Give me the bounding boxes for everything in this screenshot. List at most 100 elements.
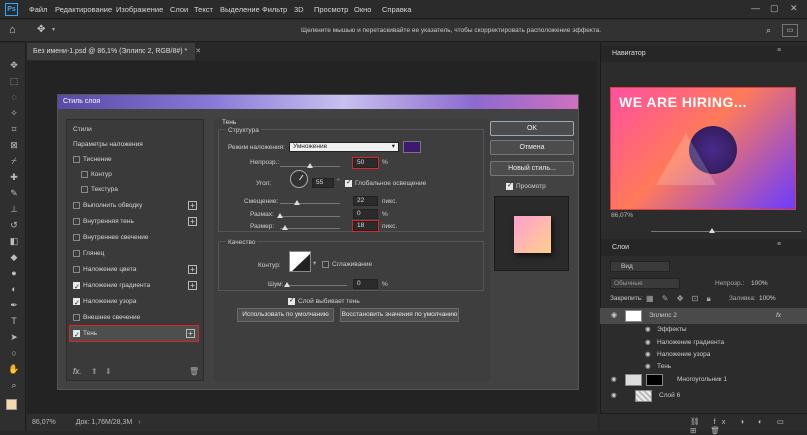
navigator-thumbnail[interactable]: WE ARE HIRING... bbox=[610, 87, 796, 210]
style-item-outer-glow[interactable]: Внешнее свечение bbox=[67, 310, 203, 325]
move-tool-icon[interactable]: ✥ bbox=[37, 24, 45, 35]
checkbox-checked[interactable] bbox=[73, 280, 80, 295]
menu-filter[interactable]: Фильтр bbox=[262, 5, 287, 14]
close-icon[interactable]: ✕ bbox=[790, 3, 798, 14]
menu-select[interactable]: Выделение bbox=[220, 5, 260, 14]
path-selection-icon[interactable]: ➤ bbox=[8, 331, 20, 343]
blend-mode-select[interactable]: Обычные bbox=[610, 278, 680, 289]
shadow-color-swatch[interactable] bbox=[403, 141, 421, 153]
trash-icon[interactable]: 🗑︎ bbox=[189, 367, 199, 376]
noise-input[interactable]: 0 bbox=[353, 279, 378, 289]
style-item-pattern-overlay[interactable]: Наложение узора bbox=[67, 294, 203, 311]
menu-image[interactable]: Изображение bbox=[116, 5, 163, 14]
lasso-icon[interactable]: ◌ bbox=[8, 91, 20, 103]
menu-3d[interactable]: 3D bbox=[294, 5, 304, 14]
clone-stamp-icon[interactable]: ⊥ bbox=[8, 203, 20, 215]
reset-default-button[interactable]: Восстановить значения по умолчанию bbox=[340, 308, 459, 322]
visibility-eye-icon[interactable]: ◉ bbox=[611, 372, 617, 388]
layer-filter-select[interactable]: Вид bbox=[610, 261, 670, 272]
slider-knob[interactable] bbox=[277, 213, 283, 218]
menu-layers[interactable]: Слои bbox=[170, 5, 188, 14]
layer-actions-icons[interactable]: ⛓ fx ◑ ◐ ▭ ⊞ 🗑︎ bbox=[690, 417, 807, 435]
angle-dial[interactable] bbox=[290, 170, 308, 188]
style-item-inner-shadow[interactable]: Внутренняя тень + bbox=[67, 214, 203, 229]
contour-preview[interactable] bbox=[289, 251, 311, 272]
checkbox[interactable] bbox=[81, 186, 88, 193]
navigator-menu-icon[interactable]: ≡ bbox=[777, 47, 781, 54]
home-icon[interactable]: ⌂ bbox=[9, 24, 16, 36]
make-default-button[interactable]: Использовать по умолчанию bbox=[237, 308, 334, 322]
fx-icon[interactable]: fx. bbox=[73, 367, 81, 376]
spread-input[interactable]: 0 bbox=[353, 209, 378, 219]
add-icon[interactable]: + bbox=[188, 201, 197, 210]
style-item-bevel[interactable]: Тиснение bbox=[67, 152, 203, 167]
type-icon[interactable]: T bbox=[8, 315, 20, 327]
foreground-color-swatch[interactable] bbox=[6, 399, 17, 410]
minimize-icon[interactable]: — bbox=[751, 3, 760, 13]
eyedropper-icon[interactable]: ⌿ bbox=[8, 155, 20, 167]
move-up-icon[interactable]: ⬆ bbox=[91, 367, 98, 376]
size-input[interactable]: 18 bbox=[352, 220, 379, 232]
close-tab-icon[interactable]: ✕ bbox=[195, 48, 201, 55]
style-item-texture[interactable]: Текстура bbox=[67, 182, 203, 197]
ellipse-tool-icon[interactable]: ○ bbox=[8, 347, 20, 359]
checkbox-checked[interactable] bbox=[73, 328, 80, 343]
checkbox[interactable] bbox=[73, 218, 80, 225]
pen-icon[interactable]: ✒ bbox=[8, 299, 20, 311]
checkbox[interactable] bbox=[73, 314, 80, 321]
style-item-blending-options[interactable]: Параметры наложения bbox=[67, 137, 203, 152]
dodge-icon[interactable]: ◐ bbox=[8, 283, 20, 295]
hand-icon[interactable]: ✋ bbox=[8, 363, 20, 375]
add-icon[interactable]: + bbox=[186, 329, 195, 338]
history-brush-icon[interactable]: ↺ bbox=[8, 219, 20, 231]
slider-knob[interactable] bbox=[294, 200, 300, 205]
style-item-drop-shadow[interactable]: Тень + bbox=[69, 325, 199, 343]
style-item-styles[interactable]: Стили bbox=[67, 122, 203, 137]
cancel-button[interactable]: Отмена bbox=[490, 140, 574, 155]
checkbox[interactable] bbox=[73, 266, 80, 273]
preview-checkbox[interactable] bbox=[506, 181, 513, 190]
ok-button[interactable]: OK bbox=[490, 121, 574, 136]
brush-icon[interactable]: ✎ bbox=[8, 187, 20, 199]
chevron-down-icon[interactable]: ▾ bbox=[52, 26, 55, 33]
checkbox[interactable] bbox=[73, 250, 80, 257]
style-item-stroke[interactable]: Выполнить обводку + bbox=[67, 198, 203, 213]
dialog-titlebar[interactable]: Стиль слоя bbox=[58, 95, 578, 109]
spread-slider[interactable] bbox=[277, 213, 340, 218]
opacity-slider[interactable] bbox=[280, 163, 340, 168]
chevron-right-icon[interactable]: › bbox=[138, 419, 140, 426]
magic-wand-icon[interactable]: ✧ bbox=[8, 107, 20, 119]
workspace-icon[interactable]: ▭ bbox=[782, 24, 798, 37]
global-light-checkbox[interactable] bbox=[345, 178, 352, 187]
size-slider[interactable] bbox=[280, 225, 340, 230]
add-icon[interactable]: + bbox=[188, 281, 197, 290]
menu-window[interactable]: Окно bbox=[354, 5, 371, 14]
menu-file[interactable]: Файл bbox=[29, 5, 47, 14]
eraser-icon[interactable]: ◧ bbox=[8, 235, 20, 247]
healing-brush-icon[interactable]: ✚ bbox=[8, 171, 20, 183]
distance-input[interactable]: 22 bbox=[353, 196, 378, 206]
slider-knob[interactable] bbox=[307, 163, 313, 168]
move-icon[interactable]: ✥ bbox=[8, 59, 20, 71]
angle-input[interactable]: 55 bbox=[312, 178, 334, 188]
checkbox[interactable] bbox=[81, 171, 88, 178]
add-icon[interactable]: + bbox=[188, 217, 197, 226]
paint-bucket-icon[interactable]: ◆ bbox=[8, 251, 20, 263]
navigator-zoom-slider[interactable] bbox=[651, 231, 801, 232]
maximize-icon[interactable]: ▢ bbox=[770, 3, 779, 14]
visibility-eye-icon[interactable]: ◉ bbox=[611, 388, 617, 404]
style-item-gradient-overlay[interactable]: Наложение градиента + bbox=[67, 278, 203, 295]
move-down-icon[interactable]: ⬇ bbox=[105, 367, 112, 376]
marquee-icon[interactable]: ⬚ bbox=[8, 75, 20, 87]
opacity-input[interactable]: 50 bbox=[352, 157, 379, 169]
style-item-inner-glow[interactable]: Внутреннее свечение bbox=[67, 230, 203, 245]
menu-help[interactable]: Справка bbox=[382, 5, 411, 14]
panel-menu-icon[interactable]: ≡ bbox=[777, 241, 781, 248]
knockout-checkbox[interactable] bbox=[288, 296, 295, 305]
slider-knob[interactable] bbox=[284, 282, 290, 287]
style-item-color-overlay[interactable]: Наложение цвета + bbox=[67, 262, 203, 277]
add-icon[interactable]: + bbox=[188, 265, 197, 274]
checkbox[interactable] bbox=[73, 156, 80, 163]
new-style-button[interactable]: Новый стиль... bbox=[490, 161, 574, 176]
blend-mode-select[interactable]: Умножение ▾ bbox=[289, 142, 399, 152]
